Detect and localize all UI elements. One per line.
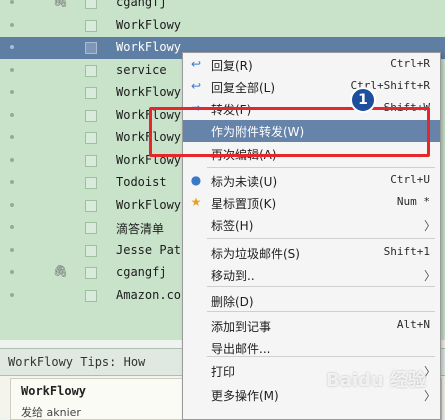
menu-separator (207, 238, 435, 239)
row-checkbox[interactable] (85, 132, 97, 144)
row-checkbox[interactable] (85, 244, 97, 257)
menu-item[interactable]: 标为垃圾邮件(S) Shift+1 (183, 242, 440, 264)
star-icon: ★ (190, 195, 202, 209)
menu-item-label: 标签(H) (211, 219, 254, 233)
menu-item-label: 移动到.. (211, 269, 255, 283)
menu-item-shortcut: Num * (394, 195, 430, 208)
unread-dot-icon (10, 0, 14, 4)
reply-all-icon: ↩ (190, 79, 202, 93)
row-checkbox[interactable] (85, 222, 97, 234)
menu-item[interactable]: ↩ 回复(R) Ctrl+R (183, 54, 440, 76)
unread-dot-icon (10, 135, 14, 139)
mail-row[interactable]: WorkFlowy (0, 15, 445, 37)
unread-dot-icon (10, 90, 14, 94)
sender-name: Todoist (116, 175, 167, 189)
menu-separator (207, 286, 435, 287)
watermark: Baidu 经验 (326, 370, 427, 391)
sender-name: WorkFlowy (116, 85, 182, 99)
menu-item[interactable]: 删除(D) (183, 290, 440, 312)
unread-dot-icon: ● (190, 173, 202, 187)
sender-name: cgangfj (116, 0, 167, 9)
unread-dot-icon (10, 45, 14, 49)
menu-item[interactable]: 添加到记事 Alt+N (183, 315, 440, 337)
sender-name: cgangfj (116, 265, 167, 279)
menu-item-label: 标为未读(U) (211, 175, 278, 189)
sender-name: 滴答清单 (116, 222, 165, 236)
preview-from: WorkFlowy (21, 384, 87, 398)
menu-item-shortcut: Shift+1 (381, 245, 430, 258)
menu-item[interactable]: ★ 星标置顶(K) Num * (183, 192, 440, 214)
unread-dot-icon (10, 157, 14, 162)
menu-item-shortcut: Alt+N (394, 318, 430, 331)
sender-name: WorkFlowy (116, 17, 182, 32)
row-checkbox[interactable] (85, 64, 97, 77)
menu-item-label: 打印 (211, 365, 236, 379)
menu-item-label: 导出邮件... (211, 342, 271, 356)
menu-item-shortcut: Ctrl+U (388, 173, 430, 186)
sender-name: service (116, 62, 167, 77)
unread-dot-icon (10, 67, 14, 72)
menu-item-label: 回复(R) (211, 59, 253, 73)
menu-item-label: 更多操作(M) (211, 389, 279, 403)
mail-row[interactable]: 🖇 cgangfj (0, 0, 445, 14)
sender-name: WorkFlowy (116, 197, 182, 212)
unread-dot-icon (10, 202, 14, 207)
sender-name: Jesse Pat (116, 242, 182, 257)
unread-dot-icon (10, 180, 14, 184)
chevron-right-icon: 〉 (423, 219, 436, 233)
row-checkbox[interactable] (85, 42, 97, 54)
chevron-right-icon: 〉 (423, 269, 436, 283)
menu-item-label: 标为垃圾邮件(S) (211, 247, 300, 261)
annotation-callout-box (149, 107, 430, 157)
row-checkbox[interactable] (85, 19, 97, 32)
unread-dot-icon (10, 292, 14, 297)
unread-dot-icon (10, 22, 14, 27)
menu-item-shortcut: Ctrl+R (388, 57, 430, 70)
menu-item-label: 添加到记事 (211, 320, 272, 334)
menu-item[interactable]: 移动到.. 〉 (183, 264, 440, 286)
menu-item-label: 回复全部(L) (211, 81, 276, 95)
row-checkbox[interactable] (85, 109, 97, 122)
sender-name: Amazon.co (116, 287, 182, 302)
unread-dot-icon (10, 270, 14, 274)
row-checkbox[interactable] (85, 87, 97, 99)
annotation-badge: 1 (350, 87, 376, 113)
unread-dot-icon (10, 112, 14, 117)
menu-item-label: 删除(D) (211, 295, 254, 309)
menu-item[interactable]: ● 标为未读(U) Ctrl+U (183, 170, 440, 192)
sender-name: WorkFlowy (116, 40, 182, 54)
reply-icon: ↩ (190, 57, 202, 71)
preview-title: WorkFlowy Tips: How (8, 355, 146, 369)
row-checkbox[interactable] (85, 0, 97, 9)
unread-dot-icon (10, 225, 14, 229)
row-checkbox[interactable] (85, 289, 97, 302)
menu-item[interactable]: ↩ 回复全部(L) Ctrl+Shift+R (183, 76, 440, 98)
menu-item[interactable]: 标签(H) 〉 (183, 214, 440, 236)
menu-item[interactable]: 导出邮件... (183, 337, 440, 359)
row-checkbox[interactable] (85, 267, 97, 279)
row-checkbox[interactable] (85, 199, 97, 212)
row-checkbox[interactable] (85, 154, 97, 167)
menu-item-label: 星标置顶(K) (211, 197, 277, 211)
unread-dot-icon (10, 247, 14, 252)
attachment-icon: 🖇 (53, 264, 69, 278)
row-checkbox[interactable] (85, 177, 97, 189)
menu-separator (207, 167, 435, 168)
attachment-icon: 🖇 (53, 0, 69, 8)
